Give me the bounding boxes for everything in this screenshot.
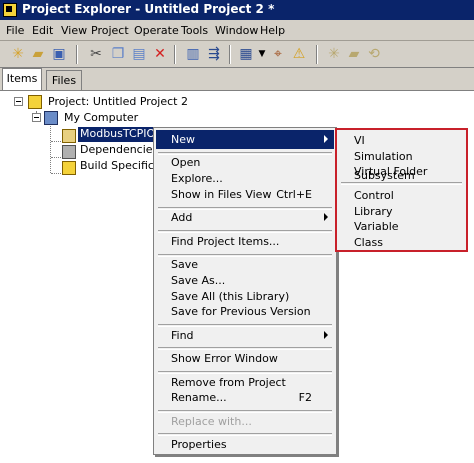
tree-dependencies[interactable]: Dependencies (80, 143, 158, 156)
menu-item-label: Find Project Items... (171, 235, 280, 248)
menu-operate[interactable]: Operate (134, 24, 179, 37)
menu-item-new[interactable]: New (156, 130, 334, 149)
add-file-icon[interactable]: ✳ (326, 46, 342, 62)
menu-view[interactable]: View (61, 24, 87, 37)
toolbar-separator (174, 45, 176, 64)
menu-item-label: Variable (354, 220, 399, 233)
menu-item-replace-with: Replace with... (156, 412, 334, 431)
menu-bar: File Edit View Project Operate Tools Win… (0, 20, 474, 41)
menu-item-label: VI (354, 134, 365, 147)
menu-item-show-in-files-view[interactable]: Show in Files View Ctrl+E (156, 185, 334, 204)
menu-item-label: Rename... (171, 391, 227, 404)
collapse-computer-icon[interactable] (32, 113, 41, 122)
menu-item-label: Save (171, 258, 199, 271)
toolbar: ✳ ▰ ▣ ✂ ❐ ▤ ✕ ▥ ⇶ ▦ ▼ ⌖ ⚠ ✳ ▰ ⟲ (0, 41, 474, 68)
menu-item-label: Find (171, 329, 194, 342)
open-icon[interactable]: ▰ (30, 46, 46, 62)
build-icon[interactable]: ▥ (185, 46, 201, 62)
menu-item-label: Replace with... (171, 415, 252, 428)
menu-item-label: Add (171, 211, 193, 224)
deploy-icon[interactable]: ⇶ (206, 46, 222, 62)
tree-line (51, 141, 61, 143)
toolbar-separator (229, 45, 231, 64)
tree-my-computer[interactable]: My Computer (64, 111, 138, 124)
menu-item-add[interactable]: Add (156, 208, 334, 227)
menu-item-label: Save As... (171, 274, 226, 287)
submenu-item-class[interactable]: Class (339, 233, 464, 252)
save-all-icon[interactable]: ▣ (51, 46, 67, 62)
menu-item-label: Open (171, 156, 201, 169)
submenu-arrow-icon (324, 213, 328, 221)
dependencies-icon (62, 145, 76, 159)
library-icon (62, 129, 76, 143)
tree-line (50, 123, 52, 173)
menu-item-label: New (171, 133, 195, 146)
menu-item-find[interactable]: Find (156, 326, 334, 345)
find-icon[interactable]: ⌖ (270, 46, 286, 62)
tab-strip: Items Files (0, 68, 474, 90)
computer-icon (44, 111, 58, 125)
shortcut-label: F2 (298, 391, 312, 404)
toolbar-separator (76, 45, 78, 64)
menu-item-label: Save for Previous Version (171, 305, 311, 318)
sync-icon[interactable]: ⟲ (366, 46, 382, 62)
context-menu: New Open Explore... Show in Files View C… (153, 127, 337, 455)
chevron-down-icon[interactable]: ▼ (254, 46, 270, 62)
toolbar-separator (316, 45, 318, 64)
submenu-arrow-icon (324, 331, 328, 339)
delete-icon[interactable]: ✕ (152, 46, 168, 62)
add-folder-icon[interactable]: ▰ (346, 46, 362, 62)
tree-project[interactable]: Project: Untitled Project 2 (48, 95, 188, 108)
menu-item-properties[interactable]: Properties (156, 435, 334, 454)
menu-item-label: Control (354, 189, 394, 202)
menu-item-label: Show Error Window (171, 352, 278, 365)
title-bar: Project Explorer - Untitled Project 2 * (0, 0, 474, 20)
tree-library-selected[interactable]: ModbusTCPIOSe (78, 127, 156, 142)
copy-icon[interactable]: ❐ (110, 46, 126, 62)
menu-help[interactable]: Help (260, 24, 285, 37)
menu-item-save-previous-version[interactable]: Save for Previous Version (156, 302, 334, 321)
tab-items[interactable]: Items (2, 68, 42, 90)
project-icon (28, 95, 42, 109)
menu-item-label: Class (354, 236, 383, 249)
menu-item-label: Explore... (171, 172, 223, 185)
menu-file[interactable]: File (6, 24, 24, 37)
menu-item-show-error-window[interactable]: Show Error Window (156, 349, 334, 368)
shortcut-label: Ctrl+E (276, 188, 312, 201)
menu-item-find-project-items[interactable]: Find Project Items... (156, 232, 334, 251)
tree-line (51, 157, 61, 159)
paste-icon[interactable]: ▤ (131, 46, 147, 62)
tab-files[interactable]: Files (46, 70, 82, 90)
view-options-icon[interactable]: ▦ (238, 46, 254, 62)
menu-item-label: Properties (171, 438, 227, 451)
tree-line (51, 173, 61, 175)
new-submenu: VI Simulation Subsystem Virtual Folder C… (335, 128, 468, 252)
cut-icon[interactable]: ✂ (88, 46, 104, 62)
collapse-project-icon[interactable] (14, 97, 23, 106)
submenu-arrow-icon (324, 135, 328, 143)
menu-item-label: Show in Files View (171, 188, 272, 201)
submenu-item-virtual-folder[interactable]: Virtual Folder (339, 162, 464, 181)
labview-app-icon (3, 3, 17, 17)
menu-item-rename[interactable]: Rename... F2 (156, 388, 334, 407)
menu-tools[interactable]: Tools (181, 24, 208, 37)
window-title: Project Explorer - Untitled Project 2 * (22, 2, 275, 16)
warning-icon[interactable]: ⚠ (291, 46, 307, 62)
menu-separator (341, 182, 462, 185)
menu-project[interactable]: Project (91, 24, 129, 37)
build-specifications-icon (62, 161, 76, 175)
menu-item-label: Virtual Folder (354, 165, 428, 178)
menu-window[interactable]: Window (215, 24, 258, 37)
menu-edit[interactable]: Edit (32, 24, 53, 37)
new-icon[interactable]: ✳ (10, 46, 26, 62)
